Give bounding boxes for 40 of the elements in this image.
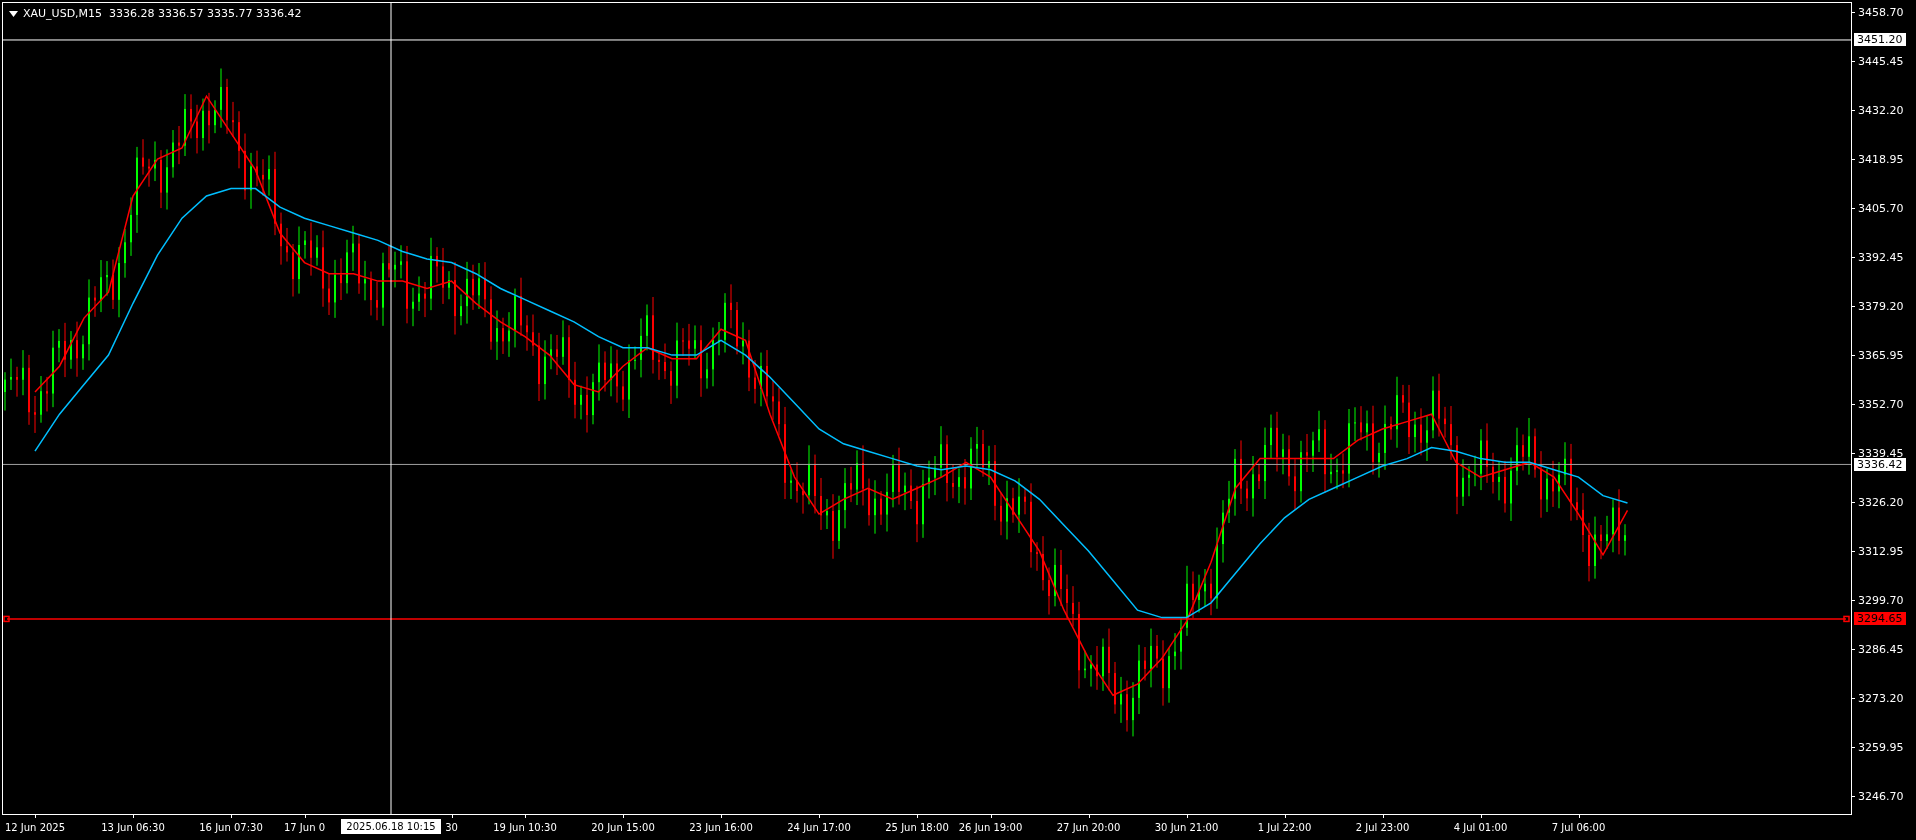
time-axis-label: 13 Jun 06:30 bbox=[101, 821, 165, 834]
price-axis-label: 3379.20 bbox=[1858, 299, 1904, 313]
price-axis-label: 3392.45 bbox=[1858, 250, 1904, 264]
time-axis-label: 12 Jun 2025 bbox=[4, 821, 66, 834]
price-axis-label: 3445.45 bbox=[1858, 54, 1904, 68]
price-axis-label: 3299.70 bbox=[1858, 593, 1904, 607]
time-axis-label: 24 Jun 17:00 bbox=[787, 821, 851, 834]
price-axis-label: 3458.70 bbox=[1858, 5, 1904, 19]
price-axis-label: 3352.70 bbox=[1858, 397, 1904, 411]
time-axis-label: 19 Jun 10:30 bbox=[493, 821, 557, 834]
price-axis-label: 3312.95 bbox=[1858, 544, 1904, 558]
price-axis-label: 3339.45 bbox=[1858, 446, 1904, 460]
dropdown-triangle-icon[interactable] bbox=[9, 10, 18, 17]
time-axis-label: 23 Jun 16:00 bbox=[689, 821, 753, 834]
price-axis-label: 3246.70 bbox=[1858, 789, 1904, 803]
price-axis-label: 3365.95 bbox=[1858, 348, 1904, 362]
price-marker-label: 3294.65 bbox=[1854, 612, 1906, 626]
time-axis-label: 30 Jun 21:00 bbox=[1154, 821, 1219, 834]
price-axis-label: 3259.95 bbox=[1858, 740, 1904, 754]
price-marker-label: 3336.42 bbox=[1854, 457, 1906, 471]
time-axis-label: 20 Jun 15:00 bbox=[591, 821, 655, 834]
crosshair-time-label: 2025.06.18 10:15 bbox=[341, 819, 441, 834]
time-axis-label: 25 Jun 18:00 bbox=[885, 821, 949, 834]
time-axis-label: 27 Jun 20:00 bbox=[1056, 821, 1121, 834]
time-axis-label: 1 Jul 22:00 bbox=[1257, 821, 1312, 834]
time-axis-label: 26 Jun 19:00 bbox=[958, 821, 1023, 834]
price-axis-label: 3432.20 bbox=[1858, 103, 1904, 117]
time-axis-label: 16 Jun 07:30 bbox=[199, 821, 263, 834]
time-axis-label: 2 Jul 23:00 bbox=[1355, 821, 1410, 834]
price-axis-label: 3273.20 bbox=[1858, 691, 1904, 705]
price-axis-label: 3418.95 bbox=[1858, 152, 1904, 166]
price-axis-label: 3405.70 bbox=[1858, 201, 1904, 215]
price-axis-label: 3326.20 bbox=[1858, 495, 1904, 509]
time-axis-label: 17 Jun 0 bbox=[283, 821, 326, 834]
price-marker-label: 3451.20 bbox=[1854, 33, 1906, 47]
chart-title: XAU_USD,M15 3336.28 3336.57 3335.77 3336.42 bbox=[23, 8, 302, 19]
time-axis-label: 4 Jul 01:00 bbox=[1453, 821, 1508, 834]
price-axis-label: 3286.45 bbox=[1858, 642, 1904, 656]
time-axis-label: 30 bbox=[445, 821, 458, 834]
time-axis-label: 7 Jul 06:00 bbox=[1551, 821, 1606, 834]
